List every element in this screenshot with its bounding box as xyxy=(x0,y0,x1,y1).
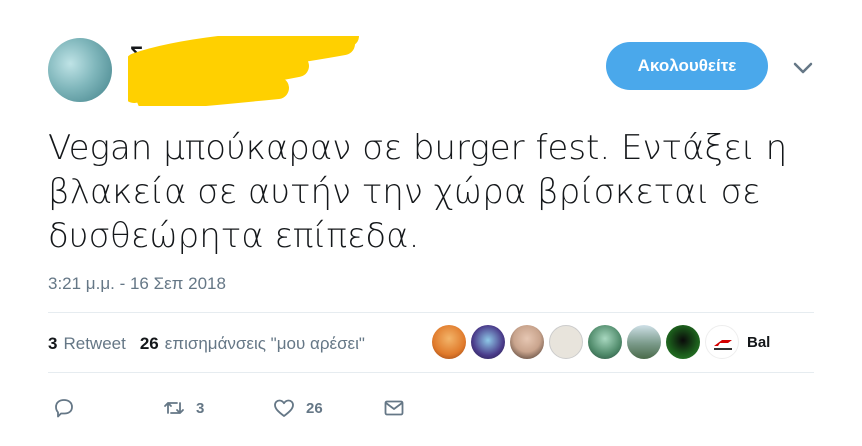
likes-label: επισημάνσεις "μου αρέσει" xyxy=(164,334,365,353)
liker-avatar[interactable] xyxy=(471,325,505,359)
author-name-area[interactable]: Σ οφης xyxy=(128,36,368,106)
chevron-down-icon[interactable] xyxy=(792,60,814,76)
retweet-action-count: 3 xyxy=(196,399,205,417)
reply-icon xyxy=(55,399,73,418)
envelope-icon xyxy=(384,400,404,416)
liker-avatar[interactable] xyxy=(588,325,622,359)
retweet-count: 3 xyxy=(48,334,58,353)
retweet-icon xyxy=(164,402,184,414)
redaction-scribble xyxy=(128,36,359,106)
more-likers[interactable]: Bal xyxy=(747,334,770,351)
reply-button[interactable] xyxy=(52,396,162,420)
likes-count: 26 xyxy=(139,334,159,353)
divider xyxy=(48,372,814,373)
author-avatar[interactable] xyxy=(48,38,112,102)
liker-avatar[interactable] xyxy=(627,325,661,359)
like-button[interactable]: 26 xyxy=(272,396,382,420)
liker-avatar[interactable] xyxy=(510,325,544,359)
retweet-button[interactable]: 3 xyxy=(162,396,272,420)
heart-icon xyxy=(274,399,294,417)
liker-avatar[interactable] xyxy=(666,325,700,359)
liker-avatar[interactable] xyxy=(705,325,739,359)
message-button[interactable] xyxy=(382,396,406,420)
retweet-stat[interactable]: 3 Retweet xyxy=(48,334,126,354)
tweet-text: Vegan μπούκαραν σε burger fest. Εντάξει … xyxy=(48,128,788,256)
divider xyxy=(48,312,814,313)
following-button[interactable]: Ακολουθείτε xyxy=(606,42,768,90)
tweet-timestamp[interactable]: 3:21 μ.μ. - 16 Σεπ 2018 xyxy=(48,274,226,294)
retweet-label: Retweet xyxy=(63,334,126,353)
f1-logo-icon xyxy=(714,340,732,350)
likers-avatars: Bal xyxy=(432,325,770,359)
liker-avatar[interactable] xyxy=(432,325,466,359)
liker-avatar[interactable] xyxy=(549,325,583,359)
like-action-count: 26 xyxy=(306,399,323,417)
likes-stat[interactable]: 26 επισημάνσεις "μου αρέσει" xyxy=(140,334,365,354)
tweet-actions: 3 26 xyxy=(52,396,406,420)
tweet-stats: 3 Retweet 26 επισημάνσεις "μου αρέσει" xyxy=(48,334,365,354)
